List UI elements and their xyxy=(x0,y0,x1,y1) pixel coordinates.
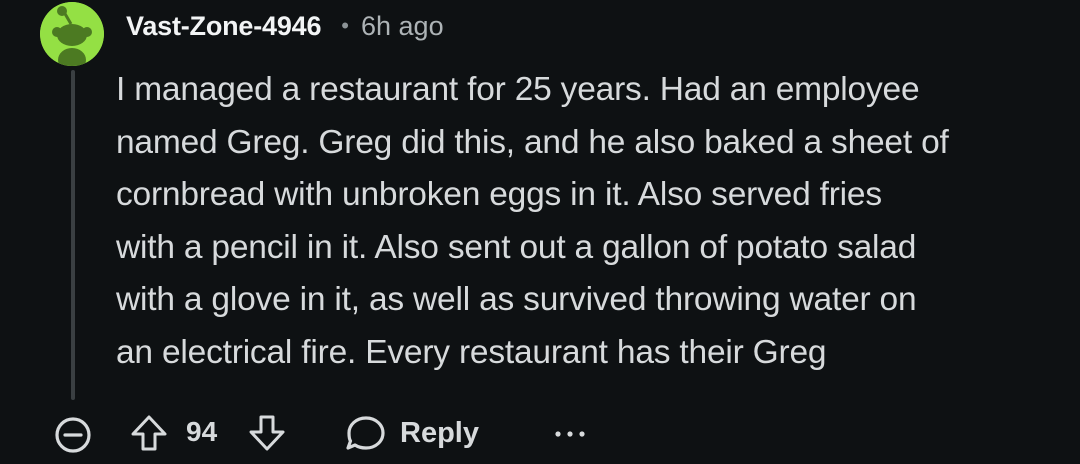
collapse-thread-icon xyxy=(55,417,91,453)
timestamp[interactable]: 6h ago xyxy=(361,11,444,42)
more-options-icon xyxy=(555,431,585,437)
user-avatar[interactable] xyxy=(40,2,104,66)
snoo-avatar-icon xyxy=(40,2,104,66)
reply-button[interactable]: Reply xyxy=(344,412,479,454)
username[interactable]: Vast-Zone-4946 xyxy=(126,11,321,42)
meta-separator: • xyxy=(341,13,349,38)
collapse-button[interactable] xyxy=(52,414,94,456)
downvote-button[interactable] xyxy=(246,412,288,454)
comment-bubble-icon xyxy=(346,416,385,450)
more-options-button[interactable] xyxy=(552,416,588,452)
downvote-arrow-icon xyxy=(249,415,285,451)
upvote-button[interactable] xyxy=(128,412,170,454)
comment-meta: Vast-Zone-4946 • 6h ago xyxy=(126,8,444,44)
upvote-arrow-icon xyxy=(131,415,167,451)
comment-text: I managed a restaurant for 25 years. Had… xyxy=(116,71,949,371)
thread-line[interactable] xyxy=(71,70,75,400)
comment-body: I managed a restaurant for 25 years. Had… xyxy=(116,64,1056,379)
reply-label: Reply xyxy=(400,416,479,449)
comment-action-bar: 94 Reply xyxy=(0,400,1080,464)
vote-score: 94 xyxy=(186,416,218,447)
